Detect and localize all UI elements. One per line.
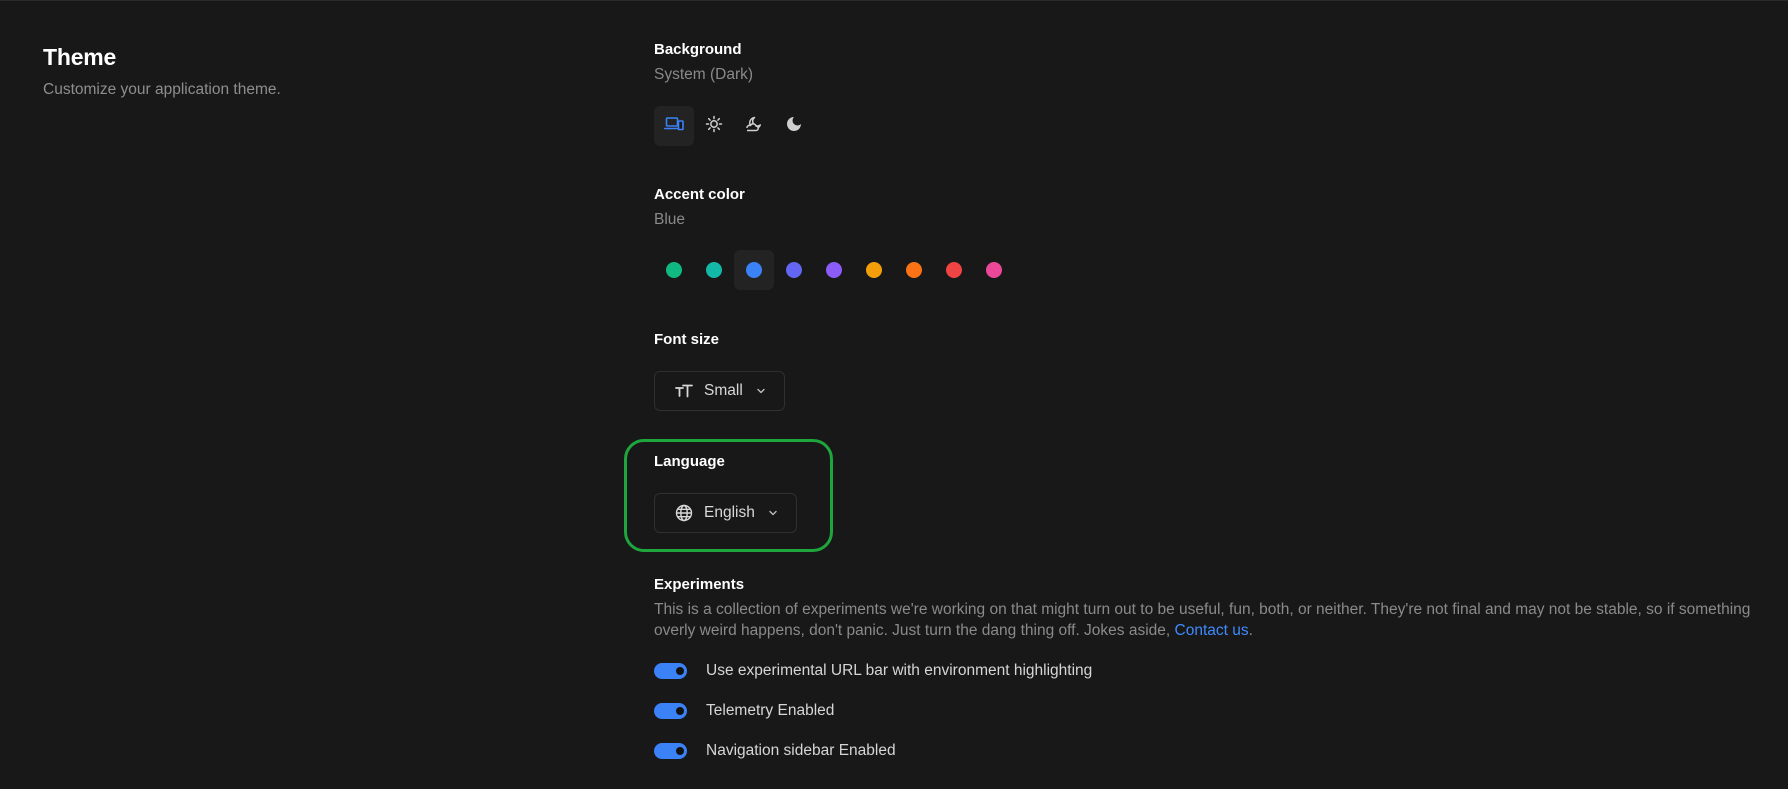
moon-icon	[785, 115, 803, 138]
accent-swatch-dot	[866, 262, 882, 278]
accent-swatch-button[interactable]	[694, 250, 734, 290]
background-dark-button[interactable]	[774, 106, 814, 146]
language-label: Language	[654, 453, 725, 470]
accent-swatch-button[interactable]	[854, 250, 894, 290]
language-dropdown[interactable]: English	[654, 493, 797, 533]
accent-swatch-button[interactable]	[974, 250, 1014, 290]
accent-swatch-button[interactable]	[734, 250, 774, 290]
toggle-knob	[676, 747, 684, 755]
page-subtitle: Customize your application theme.	[43, 81, 281, 98]
accent-swatch-dot	[746, 262, 762, 278]
accent-swatch-dot	[946, 262, 962, 278]
contact-us-link[interactable]: Contact us	[1175, 622, 1249, 639]
accent-swatch-dot	[906, 262, 922, 278]
background-label: Background	[654, 41, 742, 58]
experiment-toggle[interactable]	[654, 703, 687, 719]
accent-swatch-dot	[706, 262, 722, 278]
language-value: English	[704, 504, 755, 521]
laptop-phone-icon	[664, 116, 684, 137]
toggle-knob	[676, 707, 684, 715]
globe-icon	[675, 504, 693, 522]
background-system-button[interactable]	[654, 106, 694, 146]
chevron-down-icon	[756, 388, 766, 394]
background-value: System (Dark)	[654, 66, 754, 83]
accent-swatch-button[interactable]	[814, 250, 854, 290]
top-border	[0, 0, 1788, 1]
accent-swatch-dot	[826, 262, 842, 278]
font-size-label: Font size	[654, 331, 720, 348]
section-header: Theme Customize your application theme.	[43, 44, 281, 99]
experiment-label: Navigation sidebar Enabled	[706, 742, 896, 759]
background-dim-button[interactable]	[734, 106, 774, 146]
accent-value: Blue	[654, 211, 686, 228]
experiment-row: Use experimental URL bar with environmen…	[654, 662, 1092, 680]
page-title: Theme	[43, 44, 117, 70]
moon-cloud-icon	[745, 115, 763, 138]
font-size-dropdown[interactable]: Small	[654, 371, 785, 411]
font-size-value: Small	[704, 382, 743, 399]
sun-icon	[705, 115, 723, 138]
experiment-row: Navigation sidebar Enabled	[654, 742, 896, 760]
accent-swatch-button[interactable]	[934, 250, 974, 290]
experiments-description: This is a collection of experiments we'r…	[654, 600, 1764, 641]
accent-label: Accent color	[654, 186, 745, 203]
experiment-label: Telemetry Enabled	[706, 702, 835, 719]
description-suffix: .	[1248, 621, 1253, 639]
experiment-label: Use experimental URL bar with environmen…	[706, 662, 1093, 679]
accent-swatch-button[interactable]	[654, 250, 694, 290]
accent-swatch-button[interactable]	[894, 250, 934, 290]
background-options	[654, 106, 814, 146]
accent-swatch-dot	[666, 262, 682, 278]
experiment-toggle[interactable]	[654, 743, 687, 759]
accent-swatch-button[interactable]	[774, 250, 814, 290]
experiment-row: Telemetry Enabled	[654, 702, 834, 720]
accent-swatch-dot	[986, 262, 1002, 278]
toggle-knob	[676, 667, 684, 675]
background-light-button[interactable]	[694, 106, 734, 146]
text-size-icon	[675, 384, 693, 398]
experiments-label: Experiments	[654, 576, 745, 593]
accent-color-options	[654, 250, 1014, 290]
experiment-toggle[interactable]	[654, 663, 687, 679]
chevron-down-icon	[768, 510, 778, 516]
accent-swatch-dot	[786, 262, 802, 278]
